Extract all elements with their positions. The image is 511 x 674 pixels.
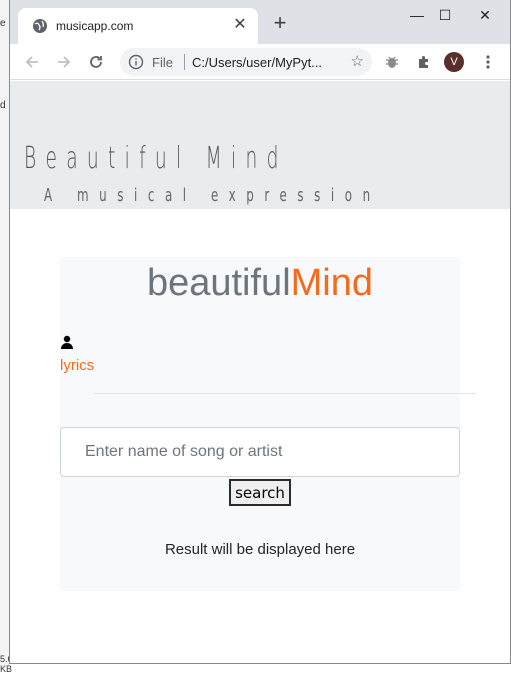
info-icon[interactable] bbox=[128, 54, 144, 70]
brand-logo: beautifulMind bbox=[60, 261, 460, 305]
brand-part-2: Mind bbox=[290, 262, 374, 304]
browser-tab[interactable]: musicapp.com ✕ bbox=[18, 8, 258, 44]
user-icon bbox=[61, 335, 73, 349]
reload-icon[interactable] bbox=[84, 50, 108, 74]
result-text: Result will be displayed here bbox=[164, 541, 356, 558]
lyrics-link[interactable]: lyrics bbox=[60, 357, 94, 374]
bug-extension-icon[interactable] bbox=[380, 50, 404, 74]
url-scheme: File bbox=[152, 55, 173, 70]
tab-title: musicapp.com bbox=[56, 19, 134, 33]
desktop-text: d bbox=[0, 100, 6, 111]
hero-subtitle: A musical expression bbox=[44, 185, 381, 206]
new-tab-button[interactable]: + bbox=[268, 12, 292, 36]
bookmark-star-icon[interactable]: ☆ bbox=[351, 52, 364, 70]
hero-title: Beautiful Mind bbox=[24, 141, 288, 176]
tab-strip: musicapp.com ✕ + — ☐ ✕ bbox=[10, 0, 510, 44]
menu-kebab-icon[interactable] bbox=[476, 50, 500, 74]
browser-window: musicapp.com ✕ + — ☐ ✕ File C:/Users/use… bbox=[9, 0, 511, 664]
web-page: Beautiful Mind A musical expression beau… bbox=[10, 81, 510, 663]
forward-icon[interactable] bbox=[52, 50, 76, 74]
divider bbox=[94, 393, 476, 394]
address-bar[interactable]: File C:/Users/user/MyPyt... ☆ bbox=[120, 48, 372, 76]
search-card: beautifulMind lyrics search Result will … bbox=[60, 257, 476, 591]
close-tab-icon[interactable]: ✕ bbox=[230, 15, 250, 35]
url-text[interactable]: C:/Users/user/MyPyt... bbox=[192, 55, 322, 70]
search-button[interactable]: search bbox=[229, 479, 291, 506]
url-separator bbox=[184, 54, 185, 70]
desktop-background: e d 5.62 KB bbox=[0, 0, 18, 674]
close-window-button[interactable]: ✕ bbox=[462, 0, 508, 30]
extensions-puzzle-icon[interactable] bbox=[412, 50, 436, 74]
back-icon[interactable] bbox=[20, 50, 44, 74]
toolbar: File C:/Users/user/MyPyt... ☆ V bbox=[10, 44, 510, 80]
search-input[interactable] bbox=[60, 427, 460, 477]
globe-icon bbox=[33, 19, 47, 33]
desktop-text: e bbox=[0, 18, 6, 29]
hero-banner: Beautiful Mind A musical expression bbox=[10, 81, 510, 209]
brand-part-1: beautiful bbox=[146, 262, 291, 304]
profile-avatar[interactable]: V bbox=[444, 52, 464, 72]
